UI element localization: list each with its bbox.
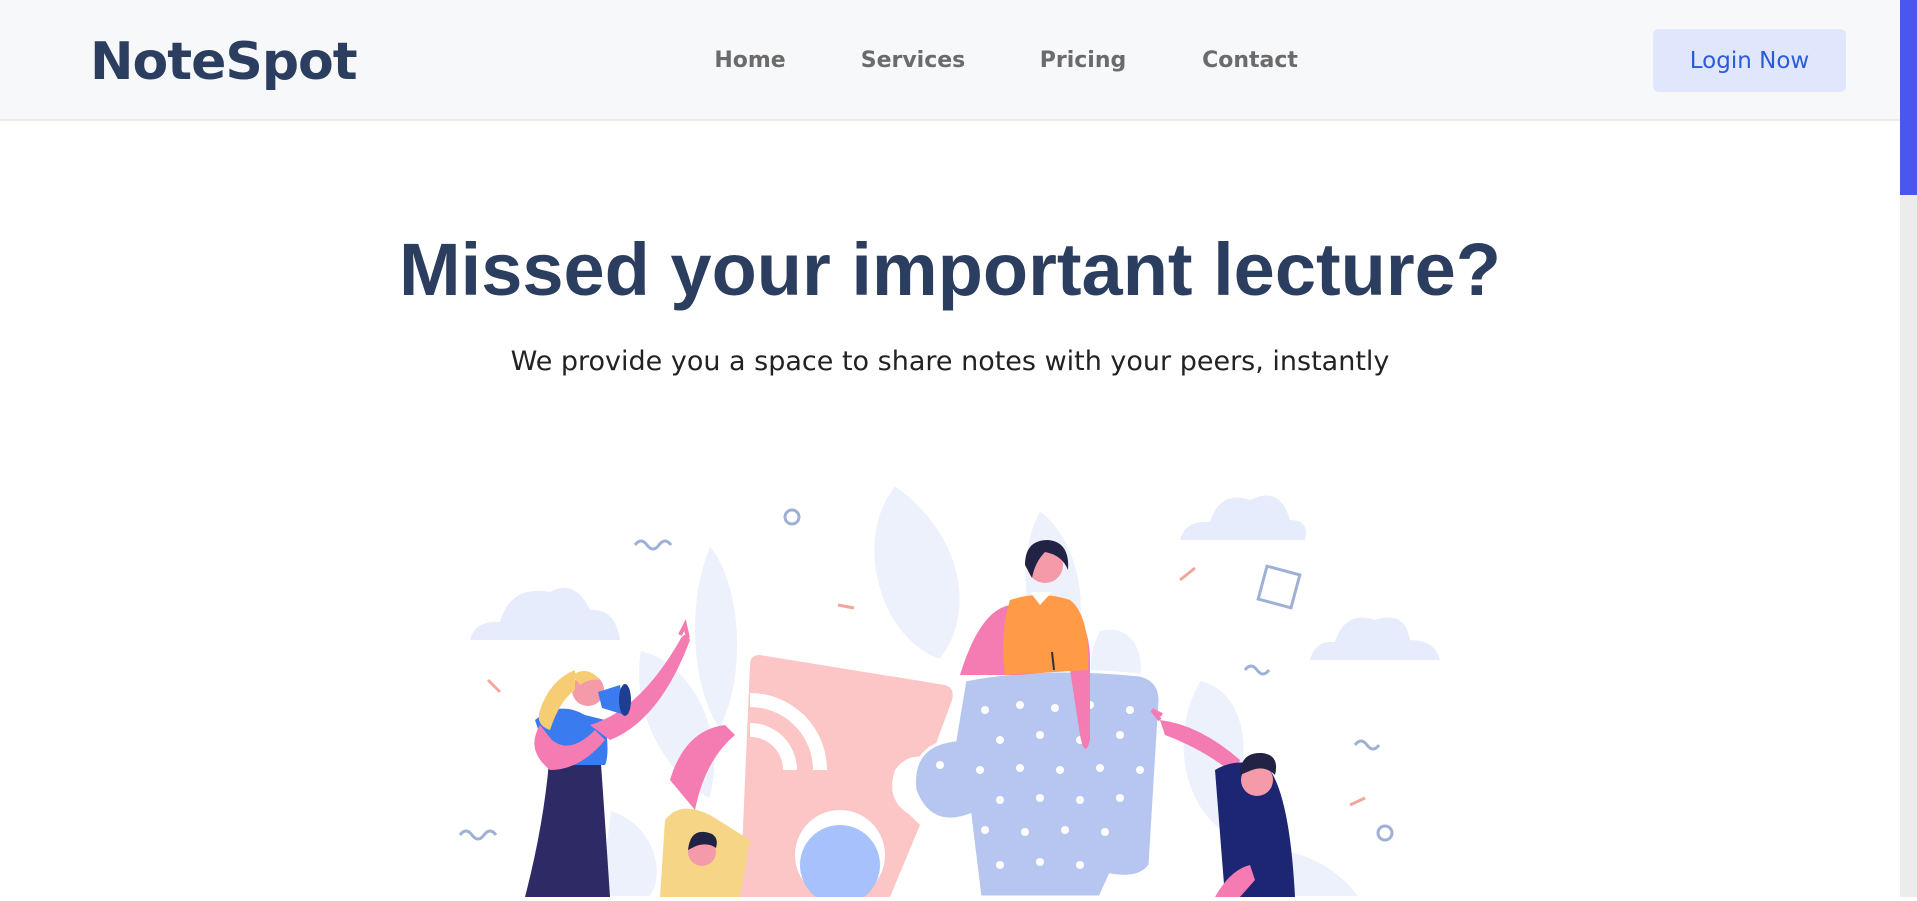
- illustration-svg: [458, 483, 1440, 901]
- nav-contact-link[interactable]: Contact: [1202, 47, 1298, 75]
- login-button[interactable]: Login Now: [1653, 29, 1846, 92]
- scrollbar-thumb[interactable]: [1900, 0, 1917, 195]
- hero-subtitle: We provide you a space to share notes wi…: [510, 346, 1390, 377]
- nav-home-link[interactable]: Home: [714, 47, 785, 75]
- hero-title: Missed your important lecture?: [399, 228, 1501, 311]
- vertical-scrollbar[interactable]: [1900, 0, 1917, 897]
- main-nav: Home Services Pricing Contact: [0, 0, 1900, 121]
- nav-pricing-link[interactable]: Pricing: [1040, 47, 1127, 75]
- team-puzzle-illustration: [440, 470, 1470, 901]
- top-navbar: NoteSpot Home Services Pricing Contact L…: [0, 0, 1900, 121]
- blue-puzzle-piece: [913, 669, 1162, 899]
- nav-services-link[interactable]: Services: [861, 47, 966, 75]
